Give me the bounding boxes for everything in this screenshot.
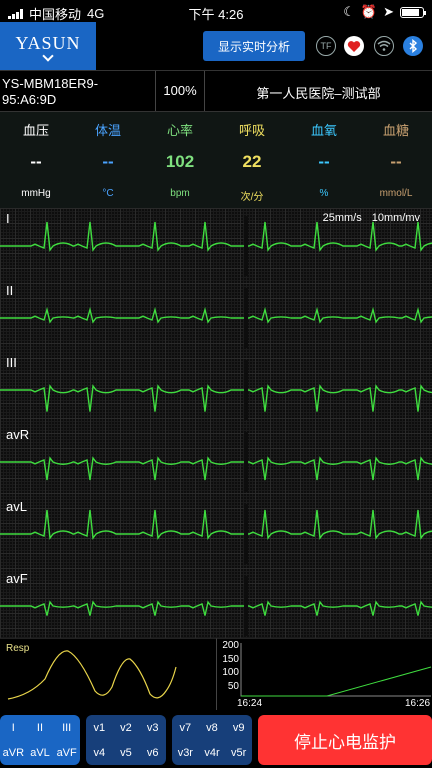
ecg-trace-0	[0, 221, 432, 252]
resp-waveform	[7, 650, 177, 700]
trend-axes	[240, 643, 431, 697]
chest-lead-group-1[interactable]: v1 v2 v3 v4 v5 v6	[86, 715, 166, 765]
lead-button[interactable]: v9	[233, 722, 245, 734]
brand-menu[interactable]: YASUN	[0, 22, 96, 70]
vital-label: 心率	[166, 123, 193, 138]
vital-5: 血糖 -- mmol/L	[360, 112, 432, 208]
alarm-icon: ⏰	[360, 4, 378, 19]
vital-value: 102	[165, 152, 195, 171]
hospital-name: 第一人民医院–测试部	[256, 86, 381, 101]
tf-card-icon[interactable]: TF	[316, 36, 336, 56]
location-icon: ➤	[383, 4, 394, 19]
vital-2: 心率 102 bpm	[144, 112, 216, 208]
lead-button[interactable]: v2	[120, 722, 132, 734]
trend-y-tick: 200	[222, 640, 239, 651]
lead-label: avR	[6, 427, 30, 442]
lead-label: II	[6, 283, 14, 298]
lead-button[interactable]: v4r	[204, 747, 219, 759]
realtime-analysis-button[interactable]: 显示实时分析	[203, 31, 305, 61]
heart-icon[interactable]	[344, 36, 364, 56]
resp-trace	[7, 650, 177, 700]
ecg-trace-4	[0, 509, 432, 540]
lead-button[interactable]: aVF	[57, 747, 77, 759]
lead-button[interactable]: v5r	[231, 747, 246, 759]
ecg-panel: 25mm/s 10mm/mv I II III avR avL avF	[0, 208, 432, 638]
lead-button[interactable]: aVL	[30, 747, 50, 759]
vital-value: --	[318, 152, 330, 171]
lead-button[interactable]: v1	[94, 722, 106, 734]
device-battery: 100%	[163, 83, 197, 98]
trend-panel: 200 150 100 50 16:24 16:26	[216, 638, 432, 710]
trend-y-tick: 50	[227, 680, 239, 692]
lead-button[interactable]: v5	[120, 747, 132, 759]
device-id: YS-MBM18ER9-95:A6:9D	[2, 76, 99, 107]
wifi-icon[interactable]	[374, 36, 394, 56]
vital-unit: °C	[102, 188, 114, 199]
lead-button[interactable]: aVR	[3, 747, 24, 759]
vital-label: 血压	[22, 123, 49, 138]
lead-button[interactable]: v4	[94, 747, 106, 759]
vital-value: --	[30, 152, 42, 171]
vital-label: 血氧	[310, 123, 337, 138]
ecg-trace-2	[0, 384, 432, 412]
lead-button[interactable]: v6	[147, 747, 159, 759]
lead-button[interactable]: v3	[147, 722, 159, 734]
moon-icon: ☾	[343, 4, 355, 19]
chest-lead-group-2[interactable]: v7 v8 v9 v3r v4r v5r	[172, 715, 252, 765]
vitals-panel: 血压 -- mmHg 体温 -- °C 心率 102 bpm 呼吸 22 次/分 血氧 --% 血糖 -- mm…	[0, 112, 432, 208]
sweep-gap	[244, 432, 248, 492]
trend-x-end: 16:26	[405, 698, 431, 709]
trend-y-tick: 150	[222, 653, 239, 665]
lead-button[interactable]: v7	[180, 722, 192, 734]
vital-3: 呼吸 22 次/分	[216, 112, 288, 208]
trend-line	[241, 666, 432, 697]
lead-button[interactable]: II	[37, 722, 43, 734]
status-bar: 中国移动 4G 下午 4:26 ☾ ⏰ ➤	[0, 0, 432, 22]
vital-value: --	[102, 152, 114, 171]
trend-y-tick: 100	[222, 667, 239, 678]
bluetooth-icon[interactable]	[403, 36, 423, 56]
vital-label: 血糖	[382, 123, 409, 138]
lead-button[interactable]: v3r	[178, 747, 193, 759]
vital-unit: bpm	[170, 188, 190, 199]
ecg-trace-5	[0, 600, 432, 616]
stop-ecg-button[interactable]: 停止心电监护	[258, 715, 432, 765]
vital-1: 体温 -- °C	[72, 112, 144, 208]
vital-value: --	[390, 152, 402, 171]
ecg-speed: 25mm/s	[322, 212, 362, 224]
vital-unit: mmHg	[21, 188, 51, 199]
vital-0: 血压 -- mmHg	[0, 112, 72, 208]
limb-lead-group[interactable]: I II III aVR aVL aVF	[0, 715, 80, 765]
ecg-traces	[0, 216, 432, 636]
sweep-gap	[244, 576, 248, 636]
lead-label: avF	[6, 571, 28, 586]
vital-unit: %	[319, 188, 329, 199]
ecg-trace-1	[0, 306, 432, 324]
lead-label: III	[6, 355, 17, 370]
header: YASUN 显示实时分析 TF	[0, 22, 432, 70]
lead-button[interactable]: I	[12, 722, 15, 734]
ecg-trace-3	[0, 456, 432, 481]
sweep-gap	[244, 288, 248, 348]
lead-label: avL	[6, 499, 27, 514]
vital-label: 呼吸	[238, 123, 265, 138]
ecg-scale: 25mm/s 10mm/mv	[323, 212, 420, 224]
device-info-row: YS-MBM18ER9-95:A6:9D 100% 第一人民医院–测试部	[0, 70, 432, 112]
battery-icon	[400, 6, 426, 18]
lead-label: I	[6, 211, 10, 226]
sweep-gap	[244, 216, 248, 276]
vital-label: 体温	[94, 123, 121, 138]
vital-unit: mmol/L	[379, 188, 413, 199]
vital-unit: 次/分	[240, 192, 264, 203]
lead-button[interactable]: III	[62, 722, 71, 734]
vital-value: 22	[242, 152, 262, 171]
sweep-gap	[244, 504, 248, 564]
vital-4: 血氧 --%	[288, 112, 360, 208]
ecg-gain: 10mm/mv	[371, 212, 420, 224]
lead-button[interactable]: v8	[206, 722, 218, 734]
resp-panel: Resp	[0, 638, 216, 710]
lead-button-bar: I II III aVR aVL aVF v1 v2 v3 v4 v5 v6 v7 v8 v9 v3r v4…	[0, 710, 432, 768]
sweep-gap	[244, 360, 248, 420]
trend-x-start: 16:24	[237, 698, 263, 709]
